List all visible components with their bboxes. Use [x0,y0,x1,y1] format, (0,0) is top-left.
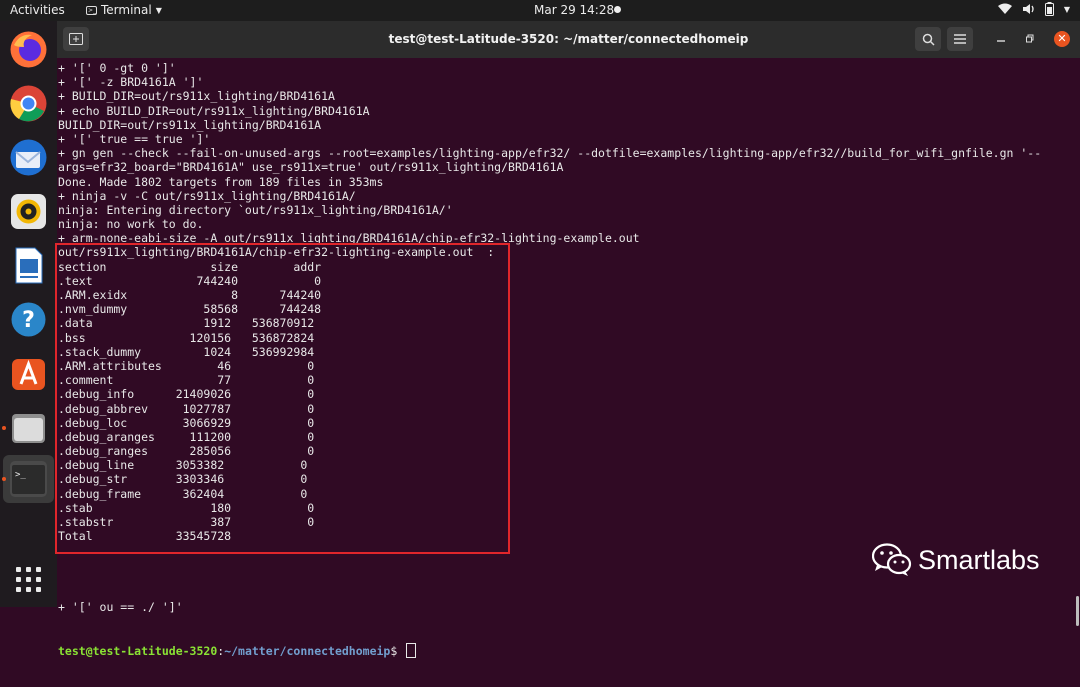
terminal-line: + '[' true == true ']' [58,131,211,146]
restore-icon [1026,34,1034,43]
prompt-colon: : [217,644,225,659]
prompt-symbol: $ [390,644,405,659]
hamburger-menu-icon [954,34,966,44]
wifi-icon [997,3,1012,14]
window-titlebar[interactable]: test@test-Latitude-3520: ~/matter/connec… [57,21,1080,58]
terminal-line: ninja: Entering directory `out/rs911x_li… [58,202,453,217]
close-button[interactable]: ✕ [1054,31,1070,47]
terminal-bottom[interactable]: + '[' ou == ./ ']' test@test-Latitude-35… [58,572,417,687]
terminal-line: + gn gen --check --fail-on-unused-args -… [58,146,1042,161]
terminal-window: test@test-Latitude-3520: ~/matter/connec… [55,21,1080,659]
wechat-icon [872,543,912,576]
dock: ? >_ [0,21,57,607]
terminal-line: args=efr32_board="BRD4161A" use_rs911x=t… [58,160,564,175]
terminal-small-icon: >_ [86,5,97,15]
text-cursor [406,643,417,659]
battery-icon [1044,2,1054,16]
notification-dot-icon [614,6,621,13]
terminal-icon[interactable]: >_ [3,455,54,503]
minimize-button[interactable] [993,31,1009,47]
firefox-icon[interactable] [8,29,49,70]
thunderbird-icon[interactable] [8,137,49,178]
terminal-line: Done. Made 1802 targets from 189 files i… [58,174,384,189]
app-menu-label: Terminal [101,3,152,17]
menu-button[interactable] [947,27,973,51]
minimize-icon [997,40,1005,42]
prompt-path: ~/matter/connectedhomeip [224,644,391,659]
terminal-line: + ninja -v -C out/rs911x_lighting/BRD416… [58,188,356,203]
chevron-down-icon: ▼ [1063,4,1070,14]
chevron-down-icon: ▼ [155,5,162,15]
search-icon [922,33,935,46]
terminal-line: + echo BUILD_DIR=out/rs911x_lighting/BRD… [58,103,370,118]
show-applications-icon[interactable] [16,567,42,593]
watermark-text: Smartlabs [918,544,1040,575]
svg-text:>_: >_ [15,470,26,480]
terminal-line: ninja: no work to do. [58,217,204,232]
svg-text:?: ? [22,308,35,333]
running-indicator [2,426,6,430]
system-tray[interactable]: ▼ [997,2,1070,16]
rhythmbox-icon[interactable] [8,191,49,232]
running-indicator [2,477,6,481]
prompt-user: test@test-Latitude-3520 [58,644,218,659]
maximize-button[interactable] [1022,31,1038,47]
terminal-line: + '[' 0 -gt 0 ']' [58,61,176,75]
help-icon[interactable]: ? [8,299,49,340]
chrome-icon[interactable] [8,83,49,124]
terminal-line: + '[' ou == ./ ']' [58,600,183,615]
search-button[interactable] [915,27,941,51]
software-center-icon[interactable] [8,353,49,394]
top-panel: Activities >_ Terminal ▼ Mar 29 14:28 ▼ [0,0,1080,21]
highlight-annotation-box [55,243,510,554]
terminal-line: + BUILD_DIR=out/rs911x_lighting/BRD4161A [58,89,335,104]
files-icon[interactable] [8,407,49,448]
watermark: Smartlabs [872,543,1040,577]
app-menu[interactable]: >_ Terminal ▼ [86,3,162,17]
scrollbar-thumb[interactable] [1076,596,1079,626]
terminal-line: BUILD_DIR=out/rs911x_lighting/BRD4161A [58,117,322,132]
shell-prompt[interactable]: test@test-Latitude-3520:~/matter/connect… [58,643,417,659]
libreoffice-writer-icon[interactable] [8,245,49,286]
activities-button[interactable]: Activities [10,3,65,17]
clock[interactable]: Mar 29 14:28 [534,3,614,17]
close-icon: ✕ [1057,32,1067,45]
terminal-line: + '[' -z BRD4161A ']' [58,75,204,90]
volume-icon [1022,4,1034,14]
